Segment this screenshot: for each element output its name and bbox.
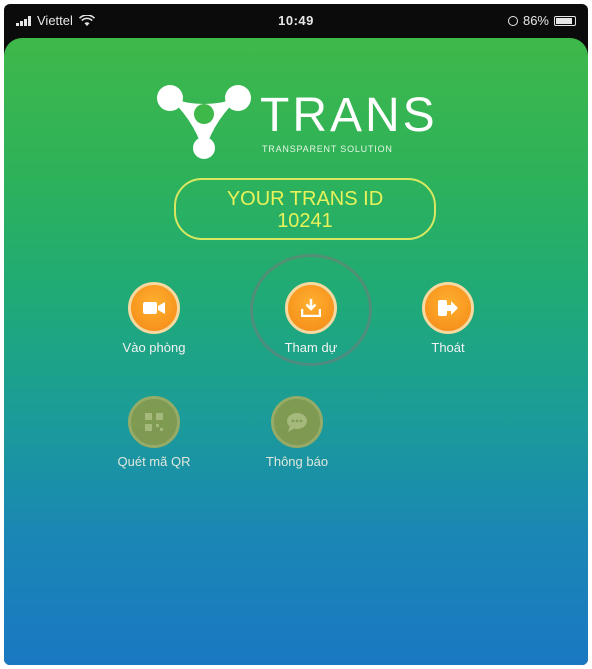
scan-qr-button[interactable]: Quét mã QR bbox=[94, 396, 214, 469]
attend-circle[interactable] bbox=[285, 282, 337, 334]
status-bar: Viettel 10:49 86% bbox=[4, 4, 588, 38]
video-camera-icon bbox=[143, 302, 165, 314]
brand-tagline: TRANSPARENT SOLUTION bbox=[262, 144, 393, 154]
attend-label: Tham dự bbox=[284, 340, 338, 355]
battery-icon bbox=[554, 15, 576, 26]
logout-arrow-icon bbox=[438, 300, 458, 316]
battery-percent: 86% bbox=[522, 13, 549, 28]
trans-id-value: 10241 bbox=[277, 210, 333, 232]
exit-label: Thoát bbox=[431, 340, 465, 355]
chat-bubble-icon bbox=[287, 413, 307, 432]
notifications-label: Thông báo bbox=[265, 454, 329, 469]
qr-code-icon bbox=[145, 413, 163, 431]
phone-frame: Viettel 10:49 86% TRANS TRANSPARENT SOLU… bbox=[4, 4, 588, 665]
orientation-lock-icon bbox=[507, 15, 518, 26]
brand-name: TRANS bbox=[260, 89, 438, 142]
attend-button[interactable]: Tham dự bbox=[251, 282, 371, 355]
notifications-circle[interactable] bbox=[271, 396, 323, 448]
trans-id-badge: YOUR TRANS ID 10241 bbox=[174, 178, 436, 240]
trans-logo: TRANS TRANSPARENT SOLUTION bbox=[156, 80, 466, 160]
exit-button[interactable]: Thoát bbox=[388, 282, 508, 355]
notifications-button[interactable]: Thông báo bbox=[237, 396, 357, 469]
exit-circle[interactable] bbox=[422, 282, 474, 334]
app-screen: TRANS TRANSPARENT SOLUTION YOUR TRANS ID… bbox=[4, 38, 588, 665]
scan-qr-circle[interactable] bbox=[128, 396, 180, 448]
join-room-circle[interactable] bbox=[128, 282, 180, 334]
trans-logo-mark-icon bbox=[157, 85, 251, 159]
status-time: 10:49 bbox=[278, 13, 314, 28]
join-room-label: Vào phòng bbox=[122, 340, 186, 355]
trans-id-label: YOUR TRANS ID bbox=[226, 188, 384, 210]
scan-qr-label: Quét mã QR bbox=[117, 454, 191, 469]
battery-group: 86% bbox=[507, 13, 576, 28]
join-room-button[interactable]: Vào phòng bbox=[94, 282, 214, 355]
download-tray-icon bbox=[301, 299, 321, 317]
